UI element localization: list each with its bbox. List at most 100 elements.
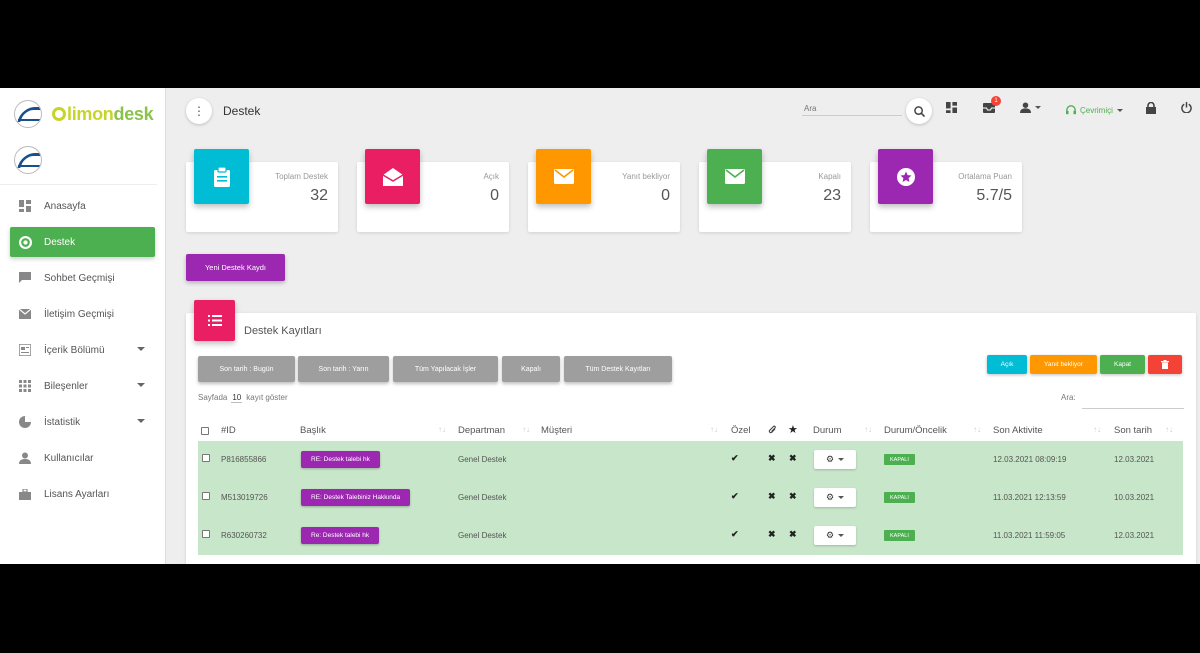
ticket-due-date: 12.03.2021 bbox=[1114, 531, 1155, 540]
user-menu-button[interactable] bbox=[1020, 102, 1041, 113]
stat-label: Kapalı bbox=[818, 172, 841, 181]
star-icon[interactable]: ★ bbox=[788, 423, 798, 436]
close-ticket-button[interactable]: Kapat bbox=[1100, 355, 1145, 374]
sort-icon[interactable]: ↑↓ bbox=[864, 425, 872, 434]
content-icon bbox=[18, 343, 32, 357]
chevron-down-icon bbox=[838, 458, 845, 461]
logout-button[interactable] bbox=[1181, 102, 1192, 113]
column-header-musteri[interactable]: Müşteri bbox=[541, 425, 572, 436]
sidebar-item-lisans-ayarlari[interactable]: Lisans Ayarları bbox=[10, 479, 155, 509]
table-search-input[interactable] bbox=[1082, 408, 1184, 409]
trash-icon bbox=[1161, 360, 1169, 369]
avatar[interactable] bbox=[14, 146, 42, 174]
column-header-departman[interactable]: Departman bbox=[458, 425, 505, 436]
column-header-durum[interactable]: Durum bbox=[813, 425, 842, 436]
row-actions-button[interactable]: ⚙ bbox=[814, 488, 856, 507]
status-label: Çevrimiçi bbox=[1080, 105, 1113, 115]
sidebar-item-anasayfa[interactable]: Anasayfa bbox=[10, 191, 155, 221]
ticket-id: R630260732 bbox=[221, 531, 267, 540]
app-window: limondesk Anasayfa Destek Sohbet Geçmişi… bbox=[0, 88, 1200, 564]
sidebar-item-istatistik[interactable]: İstatistik bbox=[10, 407, 155, 437]
select-all-checkbox[interactable] bbox=[201, 427, 209, 438]
chevron-down-icon bbox=[838, 534, 845, 537]
sidebar-item-sohbet-gecmisi[interactable]: Sohbet Geçmişi bbox=[10, 263, 155, 293]
ticket-title-link[interactable]: Re: Destek talebi hk bbox=[301, 527, 380, 544]
row-actions-button[interactable]: ⚙ bbox=[814, 526, 856, 545]
apps-button[interactable] bbox=[946, 102, 957, 113]
chevron-down-icon bbox=[1116, 108, 1123, 112]
column-header-ozel[interactable]: Özel bbox=[731, 425, 751, 436]
column-header-son-tarih[interactable]: Son tarih bbox=[1114, 425, 1152, 436]
ticket-title-link[interactable]: RE: Destek Talebiniz Hakkında bbox=[301, 489, 411, 506]
sort-icon[interactable]: ↑↓ bbox=[438, 425, 446, 434]
mark-waiting-button[interactable]: Yanıt bekliyor bbox=[1030, 355, 1097, 374]
sort-icon[interactable]: ↑↓ bbox=[522, 425, 530, 434]
sidebar-item-label: Lisans Ayarları bbox=[44, 488, 110, 500]
column-header-son-aktivite[interactable]: Son Aktivite bbox=[993, 425, 1043, 436]
filter-all-todo-button[interactable]: Tüm Yapılacak İşler bbox=[393, 356, 498, 382]
table-row[interactable]: R630260732 Re: Destek talebi hk Genel De… bbox=[198, 517, 1183, 555]
notifications-button[interactable]: 1 bbox=[983, 96, 1001, 113]
stat-card-ortalama-puan[interactable]: Ortalama Puan 5.7/5 bbox=[870, 149, 1022, 232]
close-icon: ✖ bbox=[789, 529, 797, 539]
mail-icon bbox=[536, 149, 591, 204]
ticket-title-link[interactable]: RE: Destek talebi hk bbox=[301, 451, 380, 468]
ticket-due-date: 12.03.2021 bbox=[1114, 455, 1155, 464]
search-button[interactable] bbox=[906, 98, 932, 124]
gear-icon: ⚙ bbox=[825, 454, 835, 464]
new-ticket-button[interactable]: Yeni Destek Kaydı bbox=[186, 254, 285, 281]
user-icon bbox=[1020, 102, 1031, 113]
sidebar-item-kullanicilar[interactable]: Kullanıcılar bbox=[10, 443, 155, 473]
stat-card-acik[interactable]: Açık 0 bbox=[357, 149, 509, 232]
filter-due-today-button[interactable]: Son tarih : Bugün bbox=[198, 356, 295, 382]
row-actions-button[interactable]: ⚙ bbox=[814, 450, 856, 469]
delete-button[interactable] bbox=[1148, 355, 1182, 374]
menu-toggle-button[interactable]: ⋮ bbox=[186, 98, 212, 124]
chevron-down-icon bbox=[1035, 106, 1041, 109]
column-header-baslik[interactable]: Başlık bbox=[300, 425, 326, 436]
check-icon: ✔ bbox=[731, 529, 739, 539]
stat-card-kapali[interactable]: Kapalı 23 bbox=[699, 149, 851, 232]
sort-icon[interactable]: ↑↓ bbox=[973, 425, 981, 434]
ticket-department: Genel Destek bbox=[458, 493, 507, 502]
row-checkbox[interactable] bbox=[202, 454, 210, 464]
online-status-dropdown[interactable]: Çevrimiçi bbox=[1066, 105, 1123, 115]
sidebar-item-icerik-bolumu[interactable]: İçerik Bölümü bbox=[10, 335, 155, 365]
close-icon: ✖ bbox=[768, 491, 776, 501]
sidebar-item-bilesenler[interactable]: Bileşenler bbox=[10, 371, 155, 401]
sort-icon[interactable]: ↑↓ bbox=[1165, 425, 1173, 434]
row-checkbox[interactable] bbox=[202, 530, 210, 540]
page-length-control[interactable]: Sayfada 10 kayıt göster bbox=[198, 393, 288, 403]
status-badge: KAPALI bbox=[884, 530, 915, 541]
search-icon bbox=[913, 105, 925, 117]
table-row[interactable]: P816855866 RE: Destek talebi hk Genel De… bbox=[198, 441, 1183, 479]
page-length-select[interactable]: 10 bbox=[231, 393, 243, 403]
paperclip-icon[interactable] bbox=[768, 425, 777, 438]
mark-open-button[interactable]: Açık bbox=[987, 355, 1027, 374]
filter-all-tickets-button[interactable]: Tüm Destek Kayıtları bbox=[564, 356, 672, 382]
brand-o-icon bbox=[52, 106, 66, 121]
filter-due-tomorrow-button[interactable]: Son tarih : Yarın bbox=[298, 356, 389, 382]
table-row[interactable]: M513019726 RE: Destek Talebiniz Hakkında… bbox=[198, 479, 1183, 517]
user-avatar-area bbox=[0, 134, 157, 185]
star-icon bbox=[878, 149, 933, 204]
brand[interactable]: limondesk bbox=[0, 94, 165, 134]
search-input[interactable] bbox=[802, 102, 902, 116]
chevron-down-icon bbox=[838, 496, 845, 499]
stat-card-yanit-bekliyor[interactable]: Yanıt bekliyor 0 bbox=[528, 149, 680, 232]
sidebar-item-label: İçerik Bölümü bbox=[44, 344, 105, 356]
stat-value: 5.7/5 bbox=[976, 187, 1012, 204]
sidebar-item-destek[interactable]: Destek bbox=[10, 227, 155, 257]
sidebar-item-label: Destek bbox=[44, 236, 76, 248]
stat-card-toplam-destek[interactable]: Toplam Destek 32 bbox=[186, 149, 338, 232]
sort-icon[interactable]: ↑↓ bbox=[1093, 425, 1101, 434]
ticket-due-date: 10.03.2021 bbox=[1114, 493, 1155, 502]
sidebar-item-iletisim-gecmisi[interactable]: İletişim Geçmişi bbox=[10, 299, 155, 329]
chevron-down-icon bbox=[137, 347, 145, 351]
sort-icon[interactable]: ↑↓ bbox=[710, 425, 718, 434]
lock-button[interactable] bbox=[1146, 102, 1156, 114]
column-header-id[interactable]: #ID bbox=[221, 425, 236, 436]
column-header-durum-oncelik[interactable]: Durum/Öncelik bbox=[884, 425, 947, 436]
filter-closed-button[interactable]: Kapalı bbox=[502, 356, 560, 382]
row-checkbox[interactable] bbox=[202, 492, 210, 502]
